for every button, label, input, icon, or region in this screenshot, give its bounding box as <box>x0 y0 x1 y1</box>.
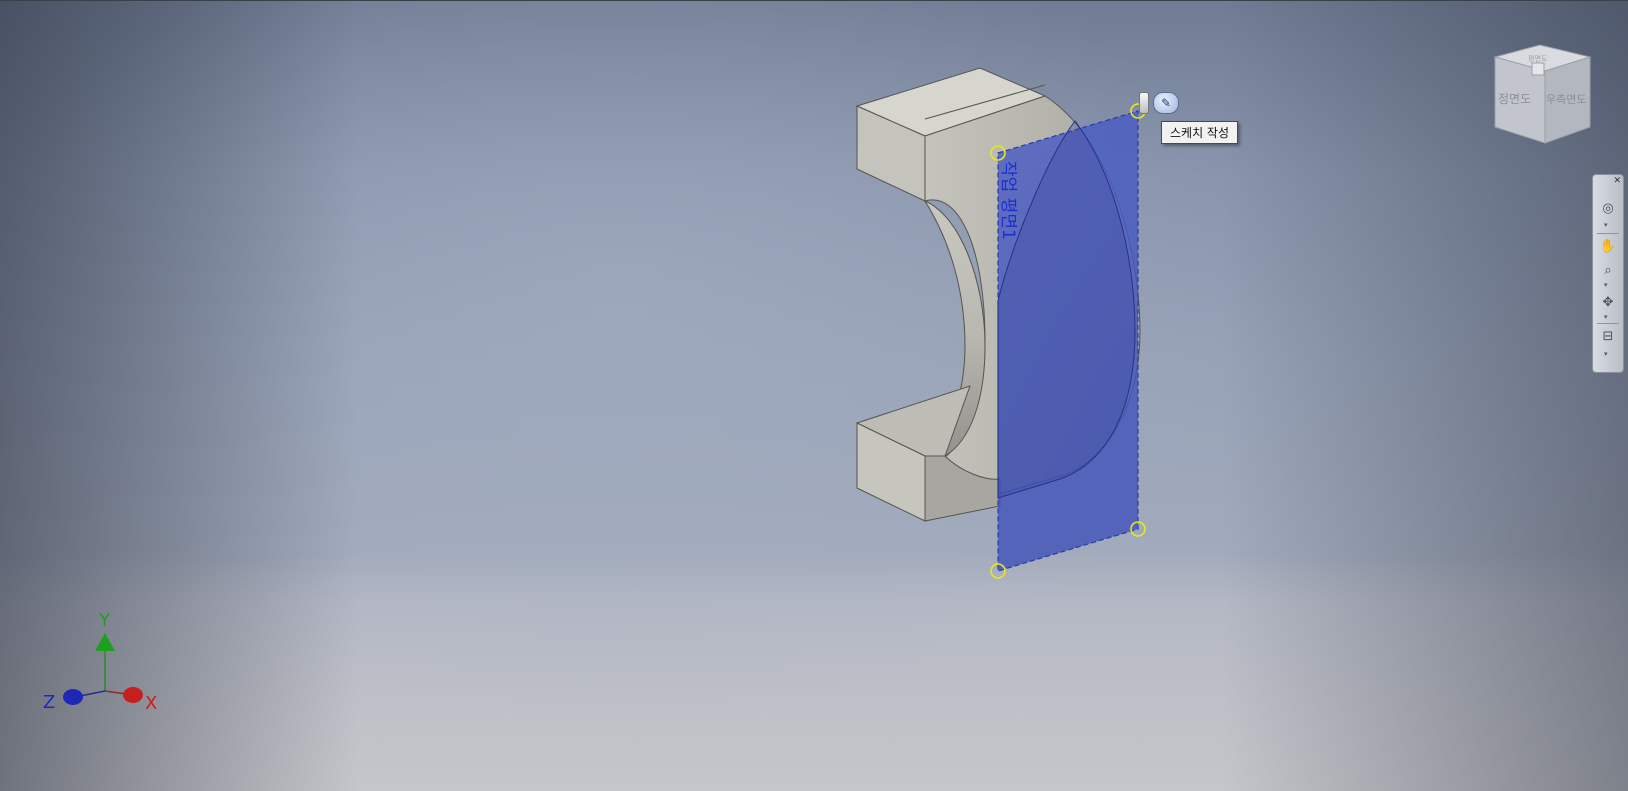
pan-icon[interactable]: ✋ <box>1597 235 1619 257</box>
mini-toolbar-grip[interactable] <box>1139 92 1149 114</box>
y-axis-cone-icon <box>95 633 115 651</box>
navigation-bar-close-icon[interactable]: ✕ <box>1613 176 1621 186</box>
sketch-pencil-icon: ✎ <box>1160 96 1172 110</box>
chevron-down-icon[interactable]: ▾ <box>1604 221 1608 229</box>
zoom-icon[interactable]: ⌕ <box>1597 259 1619 281</box>
create-sketch-button[interactable]: ✎ <box>1153 92 1179 114</box>
view-cube[interactable]: 정면도 우측면도 평면도 <box>1493 44 1592 144</box>
navigation-bar: ✕ ◎ ▾ ✋ ⌕ ▾ ✥ ▾ ⊟ ▾ <box>1592 174 1624 373</box>
steering-wheel-icon[interactable]: ◎ <box>1597 197 1619 219</box>
create-sketch-tooltip: 스케치 작성 <box>1161 121 1239 144</box>
chevron-down-icon[interactable]: ▾ <box>1604 313 1608 321</box>
graphics-viewport[interactable]: 작업 평면1 정면도 우측면도 평면도 Y X Z ✎ 스케치 작성 ✕ ◎ ▾… <box>0 0 1628 791</box>
chevron-down-icon[interactable]: ▾ <box>1604 281 1608 289</box>
y-axis-label: Y <box>98 610 111 631</box>
x-axis-cone-icon <box>123 687 143 703</box>
view-cube-top-label: 평면도 <box>1528 54 1548 63</box>
view-cube-right-label: 우측면도 <box>1546 93 1586 106</box>
look-at-icon[interactable]: ⊟ <box>1597 325 1619 347</box>
work-plane-label: 작업 평면1 <box>998 161 1018 240</box>
view-cube-home-icon[interactable] <box>1531 62 1545 76</box>
z-axis-label: Z <box>43 692 55 713</box>
customize-menu-icon[interactable]: ▾ <box>1604 350 1608 358</box>
z-axis-cone-icon <box>63 689 83 705</box>
view-cube-front-label: 정면도 <box>1498 92 1531 106</box>
orbit-icon[interactable]: ✥ <box>1597 291 1619 313</box>
model-scene: 작업 평면1 정면도 우측면도 평면도 Y X Z <box>43 44 1592 714</box>
work-plane[interactable]: 작업 평면1 <box>990 103 1146 579</box>
x-axis-label: X <box>145 693 157 714</box>
axis-indicator: Y X Z <box>43 610 157 714</box>
